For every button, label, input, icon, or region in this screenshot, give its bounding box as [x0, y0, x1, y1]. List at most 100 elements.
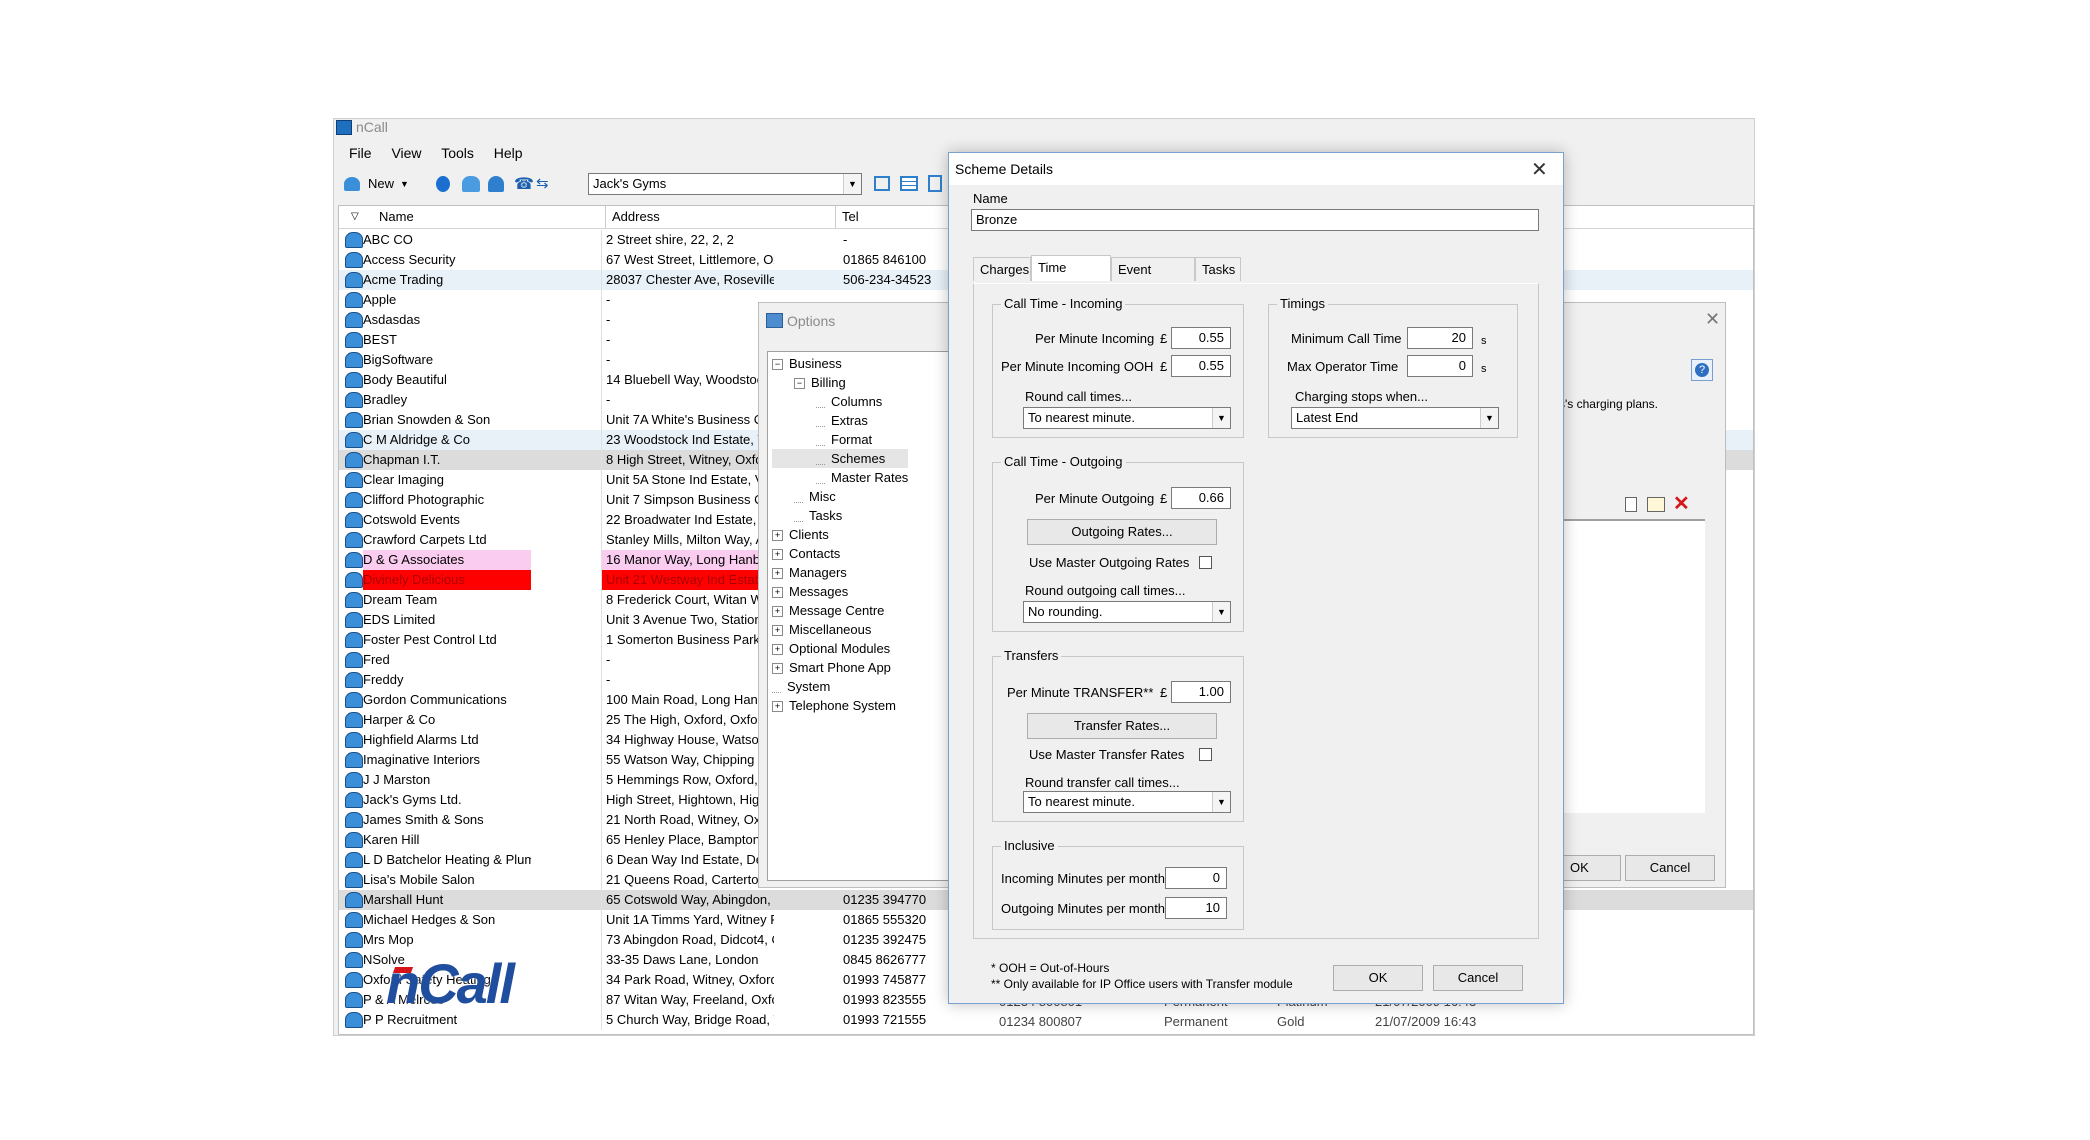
- tree-item[interactable]: − Billing: [772, 373, 908, 392]
- outgoing-rates-button[interactable]: Outgoing Rates...: [1027, 519, 1217, 545]
- message-icon[interactable]: [874, 176, 890, 191]
- transfer-rates-button[interactable]: Transfer Rates...: [1027, 713, 1217, 739]
- expand-toggle-icon[interactable]: +: [772, 625, 783, 637]
- tree-item[interactable]: + Miscellaneous: [772, 620, 908, 639]
- dialog-cancel-button[interactable]: Cancel: [1433, 965, 1523, 991]
- transfer-icon[interactable]: ⇆: [536, 174, 549, 192]
- delete-icon[interactable]: ✕: [1673, 491, 1690, 516]
- table-cell-address: 22 Broadwater Ind Estate, C: [601, 510, 774, 530]
- table-cell-tel: 01865 555320: [843, 912, 927, 927]
- table-cell-address: High Street, Hightown, High: [601, 790, 774, 810]
- menu-bar: File View Tools Help: [349, 145, 539, 161]
- tab-charges[interactable]: Charges: [973, 257, 1031, 281]
- table-cell-address: 8 High Street, Witney, Oxfo: [601, 450, 774, 470]
- tree-item-label: System: [787, 679, 831, 694]
- table-cell-address: 2 Street shire, 22, 2, 2: [601, 230, 774, 250]
- copy-scheme-icon[interactable]: [1647, 497, 1665, 512]
- close-icon[interactable]: ✕: [1705, 309, 1720, 330]
- client-select[interactable]: Jack's Gyms ▼: [588, 173, 862, 195]
- tree-item[interactable]: Format: [772, 430, 908, 449]
- tree-leaf-icon: [816, 417, 825, 427]
- tree-leaf-icon: [816, 455, 825, 465]
- minimum-call-time-input[interactable]: 20: [1407, 327, 1473, 349]
- per-minute-incoming-ooh-input[interactable]: 0.55: [1171, 355, 1231, 377]
- tree-item[interactable]: + Optional Modules: [772, 639, 908, 658]
- expand-toggle-icon[interactable]: +: [772, 663, 783, 675]
- tree-item[interactable]: − Business: [772, 354, 908, 373]
- expand-toggle-icon[interactable]: +: [772, 530, 783, 542]
- tree-item[interactable]: Misc: [772, 487, 908, 506]
- table-cell-name: Bradley: [363, 392, 408, 407]
- table-cell-name: Michael Hedges & Son: [363, 912, 496, 927]
- table-cell-name: L D Batchelor Heating & Plumbing: [363, 852, 531, 867]
- help-icon[interactable]: ?: [1691, 359, 1713, 381]
- table-cell-address: Unit 5A Stone Ind Estate, V: [601, 470, 774, 490]
- tree-item[interactable]: Master Rates: [772, 468, 908, 487]
- expand-toggle-icon[interactable]: −: [794, 378, 805, 390]
- expand-toggle-icon[interactable]: +: [772, 568, 783, 580]
- incoming-minutes-input[interactable]: 0: [1165, 867, 1227, 889]
- close-icon[interactable]: ✕: [1531, 157, 1548, 182]
- table-cell-name: J J Marston: [363, 772, 431, 787]
- expand-toggle-icon[interactable]: +: [772, 701, 783, 713]
- round-outgoing-select[interactable]: No rounding. ▼: [1023, 601, 1231, 623]
- column-header-address[interactable]: Address: [605, 206, 660, 228]
- table-cell-name: D & G Associates: [363, 550, 531, 570]
- clients-icon[interactable]: [462, 176, 480, 192]
- menu-tools[interactable]: Tools: [441, 145, 474, 161]
- expand-toggle-icon[interactable]: −: [772, 359, 783, 371]
- per-minute-incoming-input[interactable]: 0.55: [1171, 327, 1231, 349]
- expand-toggle-icon[interactable]: +: [772, 644, 783, 656]
- new-button[interactable]: New ▼: [342, 173, 412, 195]
- client-icon: [345, 992, 363, 1008]
- column-header-tel[interactable]: Tel: [835, 206, 859, 228]
- charging-stops-select[interactable]: Latest End ▼: [1291, 407, 1499, 429]
- tree-item[interactable]: Extras: [772, 411, 908, 430]
- tree-item[interactable]: Schemes: [772, 449, 909, 468]
- tree-item[interactable]: + Smart Phone App: [772, 658, 908, 677]
- expand-toggle-icon[interactable]: +: [772, 549, 783, 561]
- round-transfer-select[interactable]: To nearest minute. ▼: [1023, 791, 1231, 813]
- tab-event-based[interactable]: Event based: [1111, 257, 1195, 301]
- table-cell-tel: 01235 394770: [843, 892, 927, 907]
- table-cell-name: Imaginative Interiors: [363, 752, 481, 767]
- dialog-ok-button[interactable]: OK: [1333, 965, 1423, 991]
- tree-item[interactable]: + Contacts: [772, 544, 908, 563]
- per-minute-outgoing-input[interactable]: 0.66: [1171, 487, 1231, 509]
- tree-item[interactable]: System: [772, 677, 908, 696]
- round-incoming-select[interactable]: To nearest minute. ▼: [1023, 407, 1231, 429]
- options-cancel-button[interactable]: Cancel: [1625, 855, 1715, 881]
- clipboard-icon[interactable]: [928, 175, 942, 192]
- app-icon: [336, 120, 352, 135]
- menu-file[interactable]: File: [349, 145, 372, 161]
- tree-item[interactable]: + Messages: [772, 582, 908, 601]
- list-icon[interactable]: [900, 176, 918, 191]
- expand-toggle-icon[interactable]: +: [772, 587, 783, 599]
- phone-icon[interactable]: ☎: [514, 174, 534, 194]
- use-master-transfer-checkbox[interactable]: [1199, 748, 1212, 761]
- expand-toggle-icon[interactable]: +: [772, 606, 783, 618]
- menu-help[interactable]: Help: [494, 145, 523, 161]
- tree-item[interactable]: + Managers: [772, 563, 908, 582]
- inclusive-group: Inclusive Incoming Minutes per month 0 O…: [992, 838, 1244, 930]
- tab-time-based[interactable]: Time based: [1031, 255, 1111, 299]
- options-ok-button[interactable]: OK: [1555, 855, 1621, 881]
- tree-leaf-icon: [816, 474, 825, 484]
- max-operator-time-input[interactable]: 0: [1407, 355, 1473, 377]
- use-master-outgoing-checkbox[interactable]: [1199, 556, 1212, 569]
- contact-icon[interactable]: [488, 176, 504, 192]
- tree-item[interactable]: Columns: [772, 392, 908, 411]
- balloon-icon[interactable]: [436, 176, 450, 192]
- tree-item[interactable]: Tasks: [772, 506, 908, 525]
- new-scheme-icon[interactable]: [1625, 497, 1637, 512]
- tree-item[interactable]: + Clients: [772, 525, 908, 544]
- tree-item[interactable]: + Telephone System: [772, 696, 908, 715]
- per-minute-transfer-input[interactable]: 1.00: [1171, 681, 1231, 703]
- column-header-name[interactable]: Name: [379, 206, 414, 228]
- name-input[interactable]: Bronze: [971, 209, 1539, 231]
- tree-item[interactable]: + Message Centre: [772, 601, 908, 620]
- menu-view[interactable]: View: [391, 145, 421, 161]
- outgoing-minutes-input[interactable]: 10: [1165, 897, 1227, 919]
- tab-tasks[interactable]: Tasks: [1195, 257, 1241, 281]
- schemes-list[interactable]: [1555, 519, 1705, 813]
